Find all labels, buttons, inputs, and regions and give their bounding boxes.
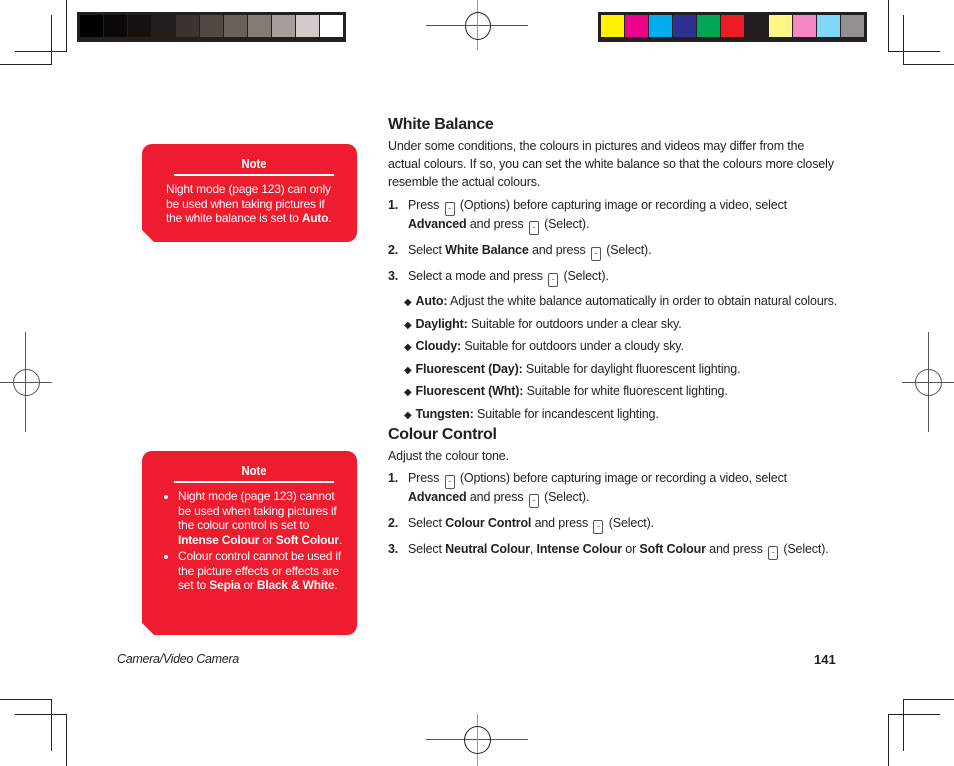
step-3: 3. Select Neutral Colour, Intense Colour… xyxy=(388,541,838,560)
crop-mark xyxy=(888,714,940,715)
step-2: 2. Select Colour Control and press - (Se… xyxy=(388,515,838,534)
note-body: Night mode (page 123) cannot be used whe… xyxy=(142,483,357,609)
crop-mark xyxy=(66,714,67,766)
crop-mark xyxy=(66,0,67,52)
crop-mark xyxy=(888,0,889,52)
diamond-bullet-icon: ◆ xyxy=(404,297,412,308)
mode-item: ◆ Fluorescent (Day): Suitable for dayligh… xyxy=(404,361,741,376)
crop-mark xyxy=(903,699,904,751)
soft-key-icon: - xyxy=(444,475,455,489)
soft-key-icon: - xyxy=(528,221,539,235)
crop-mark xyxy=(0,699,52,700)
color-swatch xyxy=(128,15,151,37)
process-color-bar xyxy=(598,12,867,42)
white-balance-modes: ◆ Auto: Adjust the white balance automati… xyxy=(388,291,838,426)
color-swatch xyxy=(296,15,319,37)
note-box-white-balance: Note Night mode (page 123) can only be u… xyxy=(142,144,357,242)
diamond-bullet-icon: ◆ xyxy=(404,409,412,421)
mode-item: ◆ Tungsten: Suitable for incandescent lig… xyxy=(404,406,659,421)
color-swatch xyxy=(649,15,672,37)
color-swatch xyxy=(80,15,103,37)
color-swatch xyxy=(745,15,768,37)
soft-key-icon: - xyxy=(768,546,779,560)
note-body: Night mode (page 123) can only be used w… xyxy=(166,182,332,225)
color-swatch xyxy=(673,15,696,37)
note-list-item: Night mode (page 123) cannot be used whe… xyxy=(178,489,343,547)
footer-section-name: Camera/Video Camera xyxy=(117,652,239,666)
crop-mark xyxy=(15,714,67,715)
soft-key-icon: - xyxy=(593,520,604,534)
color-swatch xyxy=(176,15,199,37)
soft-key-icon: - xyxy=(590,247,601,261)
step-1: 1. Press - (Options) before capturing im… xyxy=(388,197,838,235)
crop-mark xyxy=(903,699,954,700)
diamond-bullet-icon: ◆ xyxy=(404,319,412,331)
color-swatch xyxy=(152,15,175,37)
step-1: 1. Press - (Options) before capturing im… xyxy=(388,470,838,508)
color-swatch xyxy=(601,15,624,37)
mode-item: ◆ Auto: Adjust the white balance automati… xyxy=(404,294,838,308)
crop-mark xyxy=(888,51,940,52)
diamond-bullet-icon: ◆ xyxy=(404,342,412,353)
mode-item: ◆ Cloudy: Suitable for outdoors under a c… xyxy=(404,339,684,353)
soft-key-icon: - xyxy=(444,202,455,216)
color-swatch xyxy=(625,15,648,37)
mode-item: ◆ Fluorescent (Wht): Suitable for white f… xyxy=(404,384,728,398)
grayscale-color-bar xyxy=(77,12,346,42)
color-swatch xyxy=(721,15,744,37)
section-intro: Adjust the colour tone. xyxy=(388,449,509,463)
diamond-bullet-icon: ◆ xyxy=(404,387,412,398)
soft-key-icon: - xyxy=(528,494,539,508)
crop-mark xyxy=(0,64,52,65)
step-2: 2. Select White Balance and press - (Sel… xyxy=(388,242,838,261)
crop-mark xyxy=(51,15,52,65)
section-heading: White Balance xyxy=(388,116,494,133)
crop-mark xyxy=(903,64,954,65)
crop-mark xyxy=(51,699,52,751)
color-swatch xyxy=(769,15,792,37)
color-swatch xyxy=(841,15,864,37)
crop-mark xyxy=(903,15,904,65)
diamond-bullet-icon: ◆ xyxy=(404,364,412,376)
page-number: 141 xyxy=(814,652,836,667)
white-balance-section: White Balance Under some conditions, the… xyxy=(388,116,838,426)
color-swatch xyxy=(224,15,247,37)
color-swatch xyxy=(272,15,295,37)
mode-item: ◆ Daylight: Suitable for outdoors under a… xyxy=(404,316,682,331)
note-title: Note xyxy=(174,451,334,483)
color-swatch xyxy=(793,15,816,37)
soft-key-icon: - xyxy=(548,273,559,287)
color-swatch xyxy=(200,15,223,37)
note-title: Note xyxy=(174,144,334,176)
crop-mark xyxy=(888,714,889,766)
colour-control-section: Colour Control Adjust the colour tone. 1… xyxy=(388,426,838,560)
note-list-item: Colour control cannot be used if the pic… xyxy=(178,549,343,593)
color-swatch xyxy=(817,15,840,37)
step-3: 3. Select a mode and press - (Select). xyxy=(388,268,838,287)
note-box-colour-control: Note Night mode (page 123) cannot be use… xyxy=(142,451,357,635)
section-intro: Under some conditions, the colours in pi… xyxy=(388,139,834,189)
color-swatch xyxy=(320,15,343,37)
crop-mark xyxy=(15,51,67,52)
section-heading: Colour Control xyxy=(388,426,497,443)
color-swatch xyxy=(104,15,127,37)
color-swatch xyxy=(248,15,271,37)
color-swatch xyxy=(697,15,720,37)
